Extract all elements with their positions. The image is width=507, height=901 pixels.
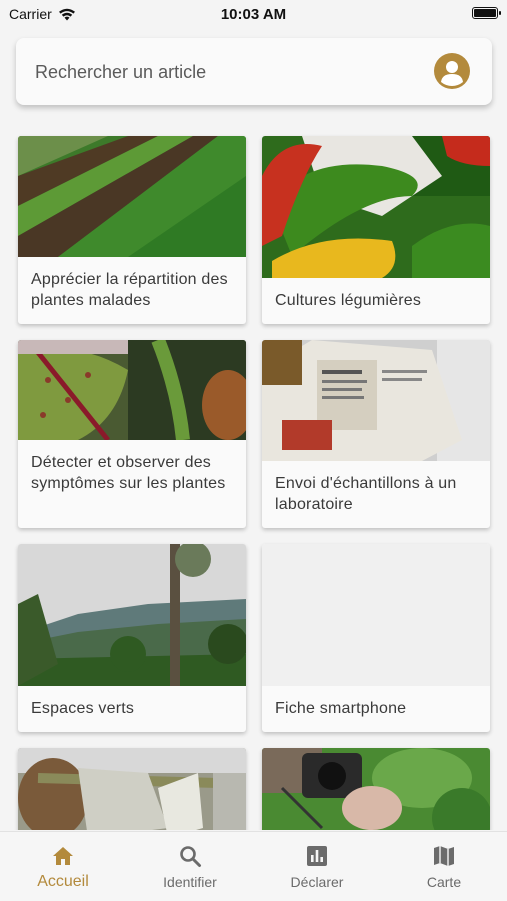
tab-declarer[interactable]: Déclarer	[254, 832, 380, 901]
bottom-tab-bar: Accueil Identifier Déclarer Carte	[0, 831, 507, 901]
article-card[interactable]	[262, 748, 490, 830]
search-placeholder: Rechercher un article	[35, 62, 207, 82]
article-card[interactable]: Fiche smartphone	[262, 544, 490, 732]
article-title: Envoi d'échantillons à un laboratoire	[275, 475, 457, 513]
article-title: Cultures légumières	[275, 292, 422, 309]
tab-label: Carte	[426, 874, 462, 890]
map-icon	[434, 846, 454, 866]
article-image	[18, 340, 246, 440]
article-image	[18, 136, 246, 257]
search-icon	[180, 846, 201, 867]
tab-accueil[interactable]: Accueil	[0, 832, 126, 901]
article-image-placeholder	[262, 544, 490, 686]
article-image	[262, 748, 490, 830]
article-image	[262, 340, 490, 461]
article-card[interactable]: Envoi d'échantillons à un laboratoire	[262, 340, 490, 528]
tab-identifier[interactable]: Identifier	[127, 832, 253, 901]
article-card[interactable]: Cultures légumières	[262, 136, 490, 324]
tab-label: Accueil	[37, 873, 89, 890]
article-grid: Apprécier la répartition des plantes mal…	[0, 0, 507, 830]
article-card[interactable]: Espaces verts	[18, 544, 246, 732]
article-image	[18, 748, 246, 830]
home-icon	[53, 847, 73, 865]
tab-carte[interactable]: Carte	[381, 832, 507, 901]
article-title: Espaces verts	[31, 700, 135, 717]
article-title: Apprécier la répartition des plantes mal…	[31, 271, 228, 309]
tab-label: Identifier	[163, 874, 217, 890]
article-image	[262, 136, 490, 278]
search-bar[interactable]: Rechercher un article	[16, 38, 492, 105]
article-title: Détecter et observer des symptômes sur l…	[31, 454, 226, 492]
chart-icon	[307, 846, 327, 866]
article-title: Fiche smartphone	[275, 700, 407, 717]
tab-label: Déclarer	[290, 874, 344, 890]
article-card[interactable]: Détecter et observer des symptômes sur l…	[18, 340, 246, 528]
article-image	[18, 544, 246, 686]
account-icon[interactable]	[434, 53, 470, 89]
article-card[interactable]	[18, 748, 246, 830]
article-card[interactable]: Apprécier la répartition des plantes mal…	[18, 136, 246, 324]
